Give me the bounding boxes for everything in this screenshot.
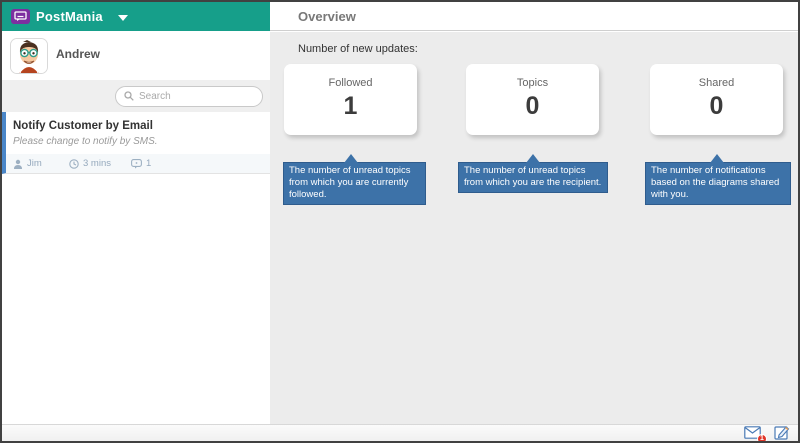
compose-post-button[interactable] [774, 424, 790, 440]
updates-label: Number of new updates: [298, 43, 418, 55]
search-strip [2, 80, 270, 112]
search-icon [124, 91, 134, 101]
post-excerpt: Please change to notify by SMS. [13, 136, 260, 147]
unread-badge: 1 [757, 434, 767, 443]
page-title: Overview [298, 9, 356, 24]
tooltip-shared: The number of notifications based on the… [645, 162, 791, 205]
card-shared-label: Shared [650, 77, 783, 89]
search-input[interactable] [139, 91, 254, 102]
postmania-app-icon [11, 9, 30, 24]
search-box[interactable] [115, 86, 263, 107]
card-topics-value: 0 [466, 92, 599, 121]
footer-bar: 1 [2, 424, 798, 441]
card-followed-value: 1 [284, 92, 417, 121]
card-topics-label: Topics [466, 77, 599, 89]
sidebar: PostMania An [2, 2, 270, 441]
user-profile-row: Andrew [2, 31, 270, 80]
card-topics[interactable]: Topics 0 [466, 64, 599, 135]
post-item[interactable]: Notify Customer by Email Please change t… [2, 112, 270, 174]
mail-notifications-button[interactable]: 1 [744, 426, 762, 440]
app-title: PostMania [36, 9, 103, 24]
clock-icon [69, 159, 79, 169]
author-icon [13, 159, 23, 169]
avatar[interactable] [10, 38, 48, 74]
main-header: Overview [270, 2, 798, 31]
postmania-menu[interactable]: PostMania [2, 2, 270, 31]
tooltip-followed: The number of unread topics from which y… [283, 162, 426, 205]
post-body: Notify Customer by Email Please change t… [6, 112, 270, 154]
comment-icon [131, 159, 142, 169]
post-title: Notify Customer by Email [13, 120, 260, 132]
card-shared[interactable]: Shared 0 [650, 64, 783, 135]
card-followed-label: Followed [284, 77, 417, 89]
post-author: Jim [27, 158, 42, 169]
user-name: Andrew [56, 47, 100, 61]
post-time: 3 mins [83, 158, 111, 169]
postmania-window: PostMania An [0, 0, 800, 443]
comment-count: 1 [146, 158, 151, 169]
card-followed[interactable]: Followed 1 [284, 64, 417, 135]
main-panel: Overview Number of new updates: Followed… [270, 2, 798, 441]
tooltip-topics: The number of unread topics from which y… [458, 162, 608, 193]
post-meta: Jim 3 mins [6, 154, 270, 173]
overview-content: Number of new updates: Followed 1 Topics… [270, 32, 798, 424]
card-shared-value: 0 [650, 92, 783, 121]
chevron-down-icon[interactable] [118, 15, 128, 21]
